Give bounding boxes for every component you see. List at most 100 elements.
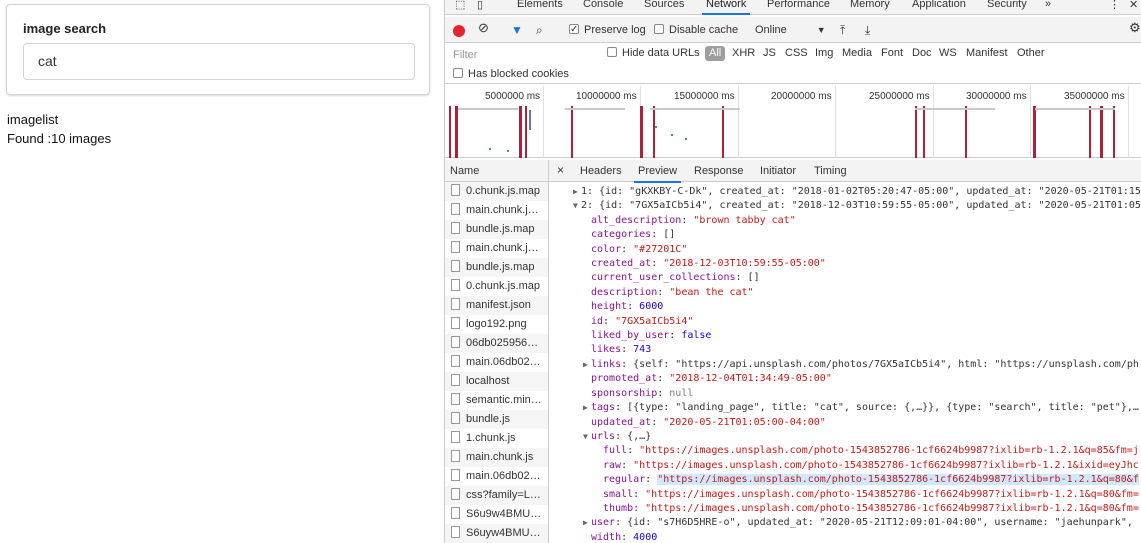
import-har-icon[interactable]: ⤒	[840, 22, 845, 38]
tab-initiator[interactable]: Initiator	[760, 165, 796, 177]
filter-input[interactable]: Filter	[449, 46, 595, 64]
request-row[interactable]: bundle.js	[445, 410, 548, 429]
filter-all[interactable]: All	[705, 46, 726, 61]
request-row[interactable]: S6uyw4BMU…	[445, 524, 548, 543]
request-row[interactable]: css?family=L…	[445, 486, 548, 505]
file-icon	[451, 526, 460, 538]
file-icon	[451, 507, 460, 519]
request-row[interactable]: main.06db02…	[445, 353, 548, 372]
preview-row[interactable]: ▶ 1: {id: "gKXKBY-C-Dk", created_at: "201…	[549, 185, 1141, 199]
preview-row: raw: "https://images.unsplash.com/photo-…	[603, 459, 1139, 471]
file-icon	[451, 184, 460, 196]
filter-font[interactable]: Font	[881, 47, 903, 59]
filter-other[interactable]: Other	[1017, 47, 1045, 59]
preserve-log-toggle[interactable]: Preserve log	[569, 22, 646, 38]
filter-manifest[interactable]: Manifest	[966, 47, 1008, 59]
kebab-menu-icon[interactable]: ⋮	[1109, 0, 1120, 14]
request-name: main.chunk.js	[466, 451, 534, 463]
request-name: logo192.png	[466, 318, 527, 330]
search-input[interactable]: cat	[23, 43, 415, 80]
file-icon	[451, 355, 460, 367]
preview-row[interactable]: ▶ links: {self: "https://api.unsplash.com…	[549, 358, 1141, 372]
request-name: semantic.min…	[466, 394, 542, 406]
filter-ws[interactable]: WS	[939, 47, 957, 59]
preview-row[interactable]: ▼ 2: {id: "7GX5aICb5i4", created_at: "201…	[549, 199, 1141, 213]
request-row[interactable]: logo192.png	[445, 315, 548, 334]
preview-row: sponsorship: null	[591, 387, 694, 399]
preview-row: liked_by_user: false	[591, 330, 712, 342]
request-name: 0.chunk.js.map	[466, 280, 540, 292]
file-icon	[451, 317, 460, 329]
preview-row: full: "https://images.unsplash.com/photo…	[603, 445, 1139, 457]
preview-row: updated_at: "2020-05-21T01:05:00-04:00"	[591, 416, 826, 428]
preview-row-selected: regular: "https://images.unsplash.com/ph…	[603, 474, 1139, 486]
tab-preview[interactable]: Preview	[633, 165, 682, 183]
request-row[interactable]: main.chunk.j…	[445, 239, 548, 258]
column-name-header[interactable]: Name	[445, 160, 548, 182]
filter-img[interactable]: Img	[815, 47, 833, 59]
timeline-overview[interactable]: 5000000 ms 10000000 ms 15000000 ms 20000…	[445, 86, 1141, 158]
request-row[interactable]: 06db025956…	[445, 334, 548, 353]
filter-media[interactable]: Media	[842, 47, 872, 59]
request-row[interactable]: main.chunk.j…	[445, 201, 548, 220]
filter-js[interactable]: JS	[763, 47, 776, 59]
preview-row[interactable]: ▼ urls: {,…}	[549, 430, 1141, 444]
tab-timing[interactable]: Timing	[814, 165, 847, 177]
request-row[interactable]: bundle.js.map	[445, 220, 548, 239]
search-label: image search	[23, 21, 107, 36]
tab-application[interactable]: Application	[912, 0, 966, 14]
request-row[interactable]: manifest.json	[445, 296, 548, 315]
export-har-icon[interactable]: ⤓	[865, 22, 870, 38]
file-icon	[451, 298, 460, 310]
tab-elements[interactable]: Elements	[517, 0, 563, 14]
tab-performance[interactable]: Performance	[767, 0, 830, 14]
close-devtools-icon[interactable]: ✕	[1129, 0, 1138, 14]
record-icon[interactable]	[453, 25, 465, 37]
request-row[interactable]: main.06db02…	[445, 467, 548, 486]
chevron-down-icon: ▼	[816, 25, 826, 35]
tab-headers[interactable]: Headers	[580, 165, 622, 177]
filter-icon[interactable]: ▼	[511, 22, 523, 38]
preview-row: categories: []	[591, 229, 676, 241]
filter-css[interactable]: CSS	[785, 47, 808, 59]
gear-icon[interactable]: ⚙	[1129, 20, 1141, 36]
request-row[interactable]: S6u9w4BMU…	[445, 505, 548, 524]
request-row[interactable]: 0.chunk.js.map	[445, 277, 548, 296]
filter-doc[interactable]: Doc	[912, 47, 932, 59]
filter-xhr[interactable]: XHR	[732, 47, 755, 59]
request-row[interactable]: bundle.js.map	[445, 258, 548, 277]
request-row[interactable]: main.chunk.js	[445, 448, 548, 467]
throttle-select[interactable]: Online ▼	[755, 22, 826, 38]
blocked-cookies-toggle[interactable]: Has blocked cookies	[453, 68, 569, 80]
more-tabs-icon[interactable]: »	[1045, 0, 1051, 14]
file-icon	[451, 412, 460, 424]
preview-row[interactable]: ▶ user: {id: "s7H6D5HRE-o", updated_at: "…	[549, 516, 1141, 530]
request-name: 06db025956…	[466, 337, 539, 349]
device-toggle-icon[interactable]: ▯	[477, 0, 483, 14]
tab-security[interactable]: Security	[987, 0, 1027, 14]
inspect-icon[interactable]: ⬚	[455, 0, 465, 14]
tab-response[interactable]: Response	[694, 165, 744, 177]
hide-data-urls-toggle[interactable]: Hide data URLs	[607, 47, 700, 59]
clear-icon[interactable]: ⊘	[478, 20, 489, 36]
preview-row[interactable]: ▶ tags: [{type: "landing_page", title: "c…	[549, 401, 1141, 415]
request-detail: × Headers Preview Response Initiator Tim…	[549, 160, 1141, 543]
request-row[interactable]: localhost	[445, 372, 548, 391]
file-icon	[451, 431, 460, 443]
request-row[interactable]: 0.chunk.js.map	[445, 182, 548, 201]
preview-row: width: 4000	[591, 531, 658, 543]
tab-console[interactable]: Console	[583, 0, 623, 14]
request-name: main.chunk.j…	[466, 242, 539, 254]
request-name: bundle.js	[466, 413, 511, 425]
tab-network[interactable]: Network	[701, 0, 751, 15]
disable-cache-toggle[interactable]: Disable cache	[654, 22, 738, 38]
tab-sources[interactable]: Sources	[644, 0, 684, 14]
tab-memory[interactable]: Memory	[850, 0, 890, 14]
close-detail-icon[interactable]: ×	[557, 163, 564, 177]
file-icon	[451, 222, 460, 234]
preview-row: id: "7GX5aICb5i4"	[591, 315, 694, 327]
request-row[interactable]: 1.chunk.js	[445, 429, 548, 448]
request-row[interactable]: semantic.min…	[445, 391, 548, 410]
file-icon	[451, 488, 460, 500]
search-icon[interactable]: ⌕	[536, 22, 543, 38]
